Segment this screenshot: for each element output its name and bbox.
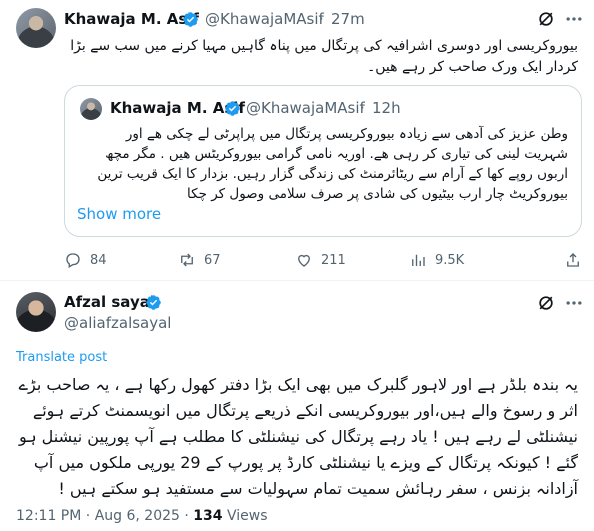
separator-dot: · [360, 99, 365, 117]
reply-text-line: نیشنلٹی لے رہے ہیں ! یاد رہے پرتگال کی ن… [18, 427, 578, 446]
verified-badge-icon [183, 12, 198, 27]
author-handle[interactable]: @KhawajaMAsif [205, 10, 324, 28]
quoted-text-line: بیوروکریٹ چار ارب بیٹیوں کی شادی پر صرف … [187, 186, 568, 202]
quoted-author-avatar [80, 98, 102, 120]
more-dots-icon[interactable] [563, 292, 585, 314]
quoted-post-text: وطن عزیز کی آدھی سے زیادہ بیوروکریسی پرت… [68, 124, 568, 204]
reply-text-line: آزادانہ بزنس ، سفر رہائش سمیت تمام سہولی… [58, 479, 578, 498]
separator-dot: · [319, 10, 324, 28]
share-icon[interactable] [562, 249, 584, 271]
khawaja-avatar[interactable] [16, 8, 56, 48]
repost-button[interactable]: 67 [178, 251, 221, 269]
post-time[interactable]: 27m [331, 10, 365, 28]
heart-icon [298, 254, 310, 267]
grok-icon[interactable] [535, 292, 557, 314]
views-button[interactable]: 9.5K [409, 251, 464, 269]
verified-badge-icon [225, 101, 240, 116]
quoted-post-time: 12h [372, 99, 401, 117]
reply-icon [66, 253, 80, 268]
post-text-line: بیوروکریسی اور دوسری اشرافیہ کی پرتگال م… [70, 38, 578, 54]
views-bar-chart-icon [412, 254, 425, 266]
like-button[interactable]: 211 [295, 251, 346, 269]
meta-dot: · [85, 508, 91, 524]
show-more-link[interactable]: Show more [77, 205, 161, 223]
quoted-author-handle: @KhawajaMAsif [246, 99, 365, 117]
verified-badge-icon [146, 295, 161, 310]
translate-post-link[interactable]: Translate post [16, 350, 107, 365]
post-text: بیوروکریسی اور دوسری اشرافیہ کی پرتگال م… [58, 36, 578, 78]
reply-text-line: یہ بندہ بلڈر ہے اور لاہور گلبرک میں بھی … [18, 375, 578, 394]
post-text-line: کردار ایک ورک صاحب کر رہے ھیں۔ [367, 59, 578, 75]
post-metadata: 12:11 PM · Aug 6, 2025 · 134 Views [16, 508, 268, 524]
more-dots-icon[interactable] [563, 8, 585, 30]
repost-count: 67 [204, 252, 221, 268]
repost-icon [181, 253, 193, 267]
views-label: Views [226, 508, 268, 524]
author-name[interactable]: Khawaja M. Asif [64, 10, 199, 28]
post-timestamp[interactable]: 12:11 PM [16, 508, 81, 524]
reply-text-line: گئے ! کیونکہ پرتگال کے ویزے یا نیشنلٹی ک… [33, 453, 578, 472]
reply-text-line: اثر و رسوخ والے ہیں،اور بیوروکریسی انکے … [32, 401, 578, 420]
views-total: 134 [193, 508, 223, 524]
meta-dot: · [184, 508, 189, 524]
quoted-text-line: اربوں روپے کھا کے آرام سے ریٹائرمنٹ کی ز… [97, 166, 568, 182]
quoted-text-line: وطن عزیز کی آدھی سے زیادہ بیوروکریسی پرت… [125, 126, 568, 142]
post-date[interactable]: Aug 6, 2025 [95, 508, 180, 524]
reply-button[interactable]: 84 [64, 251, 107, 269]
grok-icon[interactable] [535, 8, 557, 30]
like-count: 211 [321, 252, 346, 268]
post-divider [0, 280, 594, 281]
views-count: 9.5K [435, 252, 465, 268]
quoted-text-line: شہریت لینی کی تیاری کر رہی ھے. اوریہ نام… [105, 146, 568, 162]
reply-author-handle[interactable]: @aliafzalsayal [64, 314, 171, 332]
reply-post-text: یہ بندہ بلڈر ہے اور لاہور گلبرک میں بھی … [12, 372, 578, 502]
reply-count: 84 [90, 252, 107, 268]
afzal-avatar[interactable] [16, 292, 56, 332]
reply-author-name[interactable]: Afzal sayal [64, 293, 155, 311]
